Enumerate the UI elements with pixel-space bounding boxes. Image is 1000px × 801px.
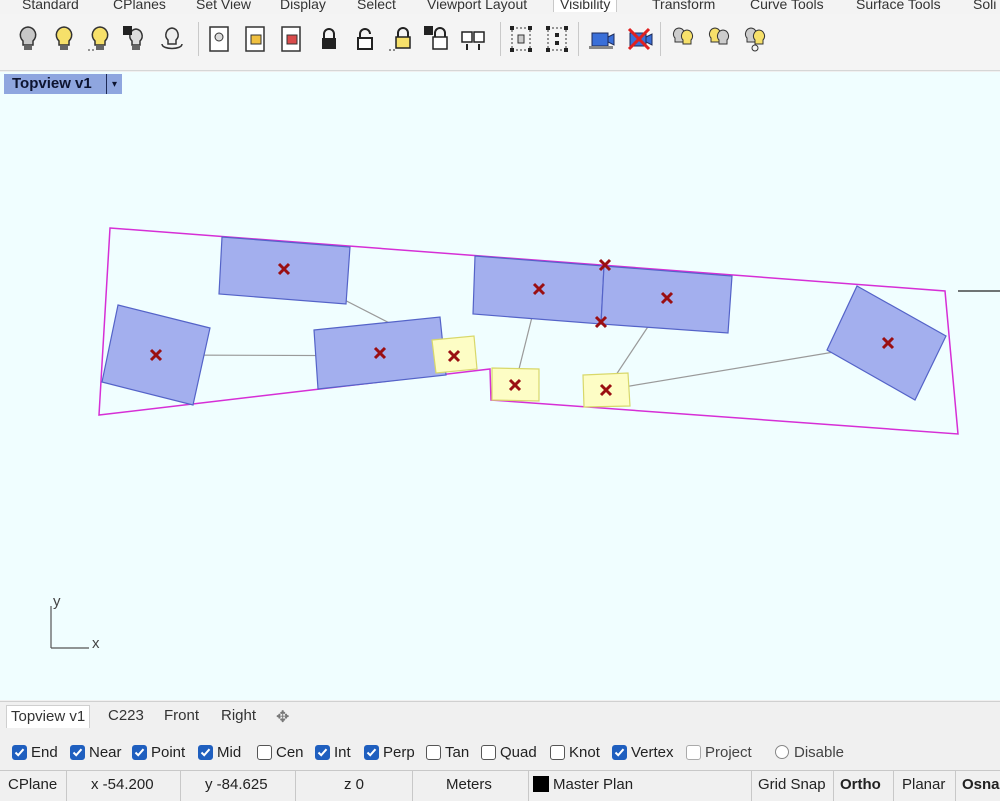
checkbox-checked-icon[interactable] (315, 744, 330, 760)
tab-cplanes[interactable]: CPlanes (113, 0, 166, 12)
bulb-off-icon[interactable] (11, 22, 45, 56)
status-bar: CPlane x -54.200 y -84.625 z 0 Meters Ma… (0, 770, 1000, 801)
status-osnap-toggle[interactable]: Osnap (956, 771, 1000, 801)
checkbox-unchecked-icon[interactable] (257, 744, 272, 760)
osnap-knot[interactable]: Knot (550, 742, 600, 762)
tab-solid-tools[interactable]: Soli (973, 0, 996, 12)
viewport-tab-topview-v1[interactable]: Topview v1 (6, 705, 91, 728)
bulbs-split-icon[interactable] (702, 22, 736, 56)
checkbox-checked-icon[interactable] (132, 744, 147, 760)
cage-grid-icon[interactable] (540, 22, 574, 56)
checkbox-unchecked-icon[interactable] (686, 744, 701, 760)
add-view-icon[interactable]: ✥ (276, 707, 289, 727)
osnap-point[interactable]: Point (132, 742, 185, 762)
checkbox-unchecked-icon[interactable] (426, 744, 441, 760)
ribbon-tabs: Standard CPlanes Set View Display Select… (0, 0, 1000, 14)
toolbar-separator (660, 22, 661, 56)
viewport-drawing: y x (50, 227, 1000, 652)
checkbox-unchecked-icon[interactable] (550, 744, 565, 760)
viewport-header: Topview v1 ▾ (0, 72, 1000, 96)
axis-x-label: x (92, 635, 100, 652)
status-units[interactable]: Meters (413, 771, 529, 801)
doc-show-icon[interactable] (202, 22, 236, 56)
osnap-near[interactable]: Near (70, 742, 122, 762)
checkbox-checked-icon[interactable] (198, 744, 213, 760)
osnap-vertex[interactable]: Vertex (612, 742, 674, 762)
status-cplane[interactable]: CPlane (0, 771, 67, 801)
lock-objects-icon[interactable] (456, 22, 490, 56)
toolbar (0, 14, 1000, 71)
tab-curve-tools[interactable]: Curve Tools (750, 0, 824, 12)
osnap-perp[interactable]: Perp (364, 742, 415, 762)
lock-icon[interactable] (312, 22, 346, 56)
toolbar-separator (578, 22, 579, 56)
radio-unchecked-icon[interactable] (775, 745, 789, 759)
cage-dots-icon[interactable] (504, 22, 538, 56)
status-x-coordinate: x -54.200 (67, 771, 181, 801)
lock-selection-icon[interactable] (384, 22, 418, 56)
checkbox-checked-icon[interactable] (12, 744, 27, 760)
status-grid-snap-toggle[interactable]: Grid Snap (752, 771, 834, 801)
viewport-tab-front[interactable]: Front (164, 707, 199, 724)
doc-box-icon[interactable] (238, 22, 272, 56)
tab-select[interactable]: Select (357, 0, 396, 12)
osnap-cen[interactable]: Cen (257, 742, 304, 762)
status-y-coordinate: y -84.625 (181, 771, 296, 801)
osnap-quad[interactable]: Quad (481, 742, 537, 762)
status-ortho-toggle[interactable]: Ortho (834, 771, 894, 801)
doc-select-icon[interactable] (274, 22, 308, 56)
osnap-int[interactable]: Int (315, 742, 351, 762)
tab-visibility[interactable]: Visibility (553, 0, 618, 12)
bulb-arrows-icon[interactable] (155, 22, 189, 56)
checkbox-checked-icon[interactable] (364, 744, 379, 760)
osnap-disable[interactable]: Disable (775, 742, 844, 762)
axis-indicator: y x (50, 593, 100, 652)
bulb-swap-icon[interactable] (119, 22, 153, 56)
viewport-tab-right[interactable]: Right (221, 707, 256, 724)
viewport-menu-caret-icon[interactable]: ▾ (106, 74, 122, 94)
lock-open-icon[interactable] (348, 22, 382, 56)
bulb-ring-icon[interactable] (738, 22, 772, 56)
bulb-dotted-icon[interactable] (83, 22, 117, 56)
tab-surface-tools[interactable]: Surface Tools (856, 0, 941, 12)
checkbox-checked-icon[interactable] (70, 744, 85, 760)
layer-color-swatch (533, 776, 549, 793)
tab-standard[interactable]: Standard (22, 0, 79, 12)
osnap-end[interactable]: End (12, 742, 58, 762)
tab-viewport-layout[interactable]: Viewport Layout (427, 0, 527, 12)
lock-swap-icon[interactable] (420, 22, 454, 56)
axis-y-label: y (53, 593, 61, 610)
toolbar-separator (500, 22, 501, 56)
checkbox-checked-icon[interactable] (612, 744, 627, 760)
viewport-tabs: Topview v1 C223 Front Right ✥ (0, 701, 1000, 730)
tab-display[interactable]: Display (280, 0, 326, 12)
checkbox-unchecked-icon[interactable] (481, 744, 496, 760)
osnap-project[interactable]: Project (686, 742, 752, 762)
toolbar-separator (198, 22, 199, 56)
status-z-coordinate: z 0 (296, 771, 413, 801)
camera-cross-icon[interactable] (622, 22, 656, 56)
status-layer[interactable]: Master Plan (529, 771, 752, 801)
viewport-canvas[interactable]: y x (0, 96, 1000, 700)
bulbs-pair-icon[interactable] (666, 22, 700, 56)
status-planar-toggle[interactable]: Planar (894, 771, 956, 801)
osnap-tan[interactable]: Tan (426, 742, 469, 762)
tab-set-view[interactable]: Set View (196, 0, 251, 12)
osnap-mid[interactable]: Mid (198, 742, 241, 762)
camera-blue-icon[interactable] (584, 22, 618, 56)
tab-transform[interactable]: Transform (652, 0, 715, 12)
viewport-tab-c223[interactable]: C223 (108, 707, 144, 724)
bulb-on-icon[interactable] (47, 22, 81, 56)
viewport-title[interactable]: Topview v1 (4, 74, 122, 94)
osnap-bar: End Near Point Mid Cen Int Perp Tan Quad… (0, 738, 1000, 766)
